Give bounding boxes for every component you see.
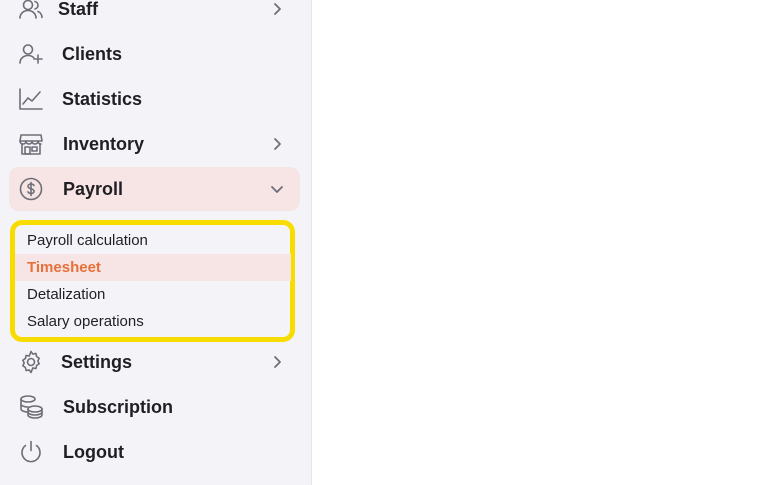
sidebar-item-staff[interactable]: Staff: [9, 0, 300, 31]
sidebar-item-label: Settings: [61, 352, 133, 372]
submenu-item-salary-operations[interactable]: Salary operations: [15, 308, 291, 335]
store-icon: [17, 130, 45, 158]
add-user-icon: [17, 40, 45, 68]
coins-icon: [17, 393, 45, 421]
main-content: [312, 0, 764, 485]
line-chart-icon: [17, 85, 45, 113]
submenu-item-payroll-calculation[interactable]: Payroll calculation: [15, 227, 291, 254]
sidebar-item-logout[interactable]: Logout: [9, 430, 300, 474]
submenu-item-timesheet[interactable]: Timesheet: [15, 254, 291, 281]
chevron-right-icon: [268, 0, 286, 18]
dollar-circle-icon: [17, 175, 45, 203]
sidebar: Staff Clients Statistics Inventory Payro…: [0, 0, 312, 485]
sidebar-item-clients[interactable]: Clients: [9, 32, 300, 76]
sidebar-item-label: Logout: [63, 442, 124, 462]
sidebar-item-statistics[interactable]: Statistics: [9, 77, 300, 121]
submenu-item-detalization[interactable]: Detalization: [15, 281, 291, 308]
sidebar-item-payroll[interactable]: Payroll: [9, 167, 300, 211]
payroll-submenu: Payroll calculation Timesheet Detalizati…: [10, 220, 295, 342]
sidebar-item-label: Payroll: [63, 179, 124, 199]
sidebar-item-label: Subscription: [63, 397, 174, 417]
power-icon: [17, 438, 45, 466]
sidebar-item-subscription[interactable]: Subscription: [9, 385, 300, 429]
sidebar-item-label: Inventory: [63, 134, 145, 154]
sidebar-item-label: Staff: [58, 0, 98, 19]
chevron-right-icon: [268, 353, 286, 371]
gear-icon: [17, 348, 45, 376]
sidebar-item-inventory[interactable]: Inventory: [9, 122, 300, 166]
sidebar-item-settings[interactable]: Settings: [9, 340, 300, 384]
sidebar-item-label: Statistics: [62, 89, 143, 109]
chevron-down-icon: [268, 180, 286, 198]
sidebar-item-label: Clients: [62, 44, 123, 64]
chevron-right-icon: [268, 135, 286, 153]
staff-icon: [17, 0, 45, 23]
